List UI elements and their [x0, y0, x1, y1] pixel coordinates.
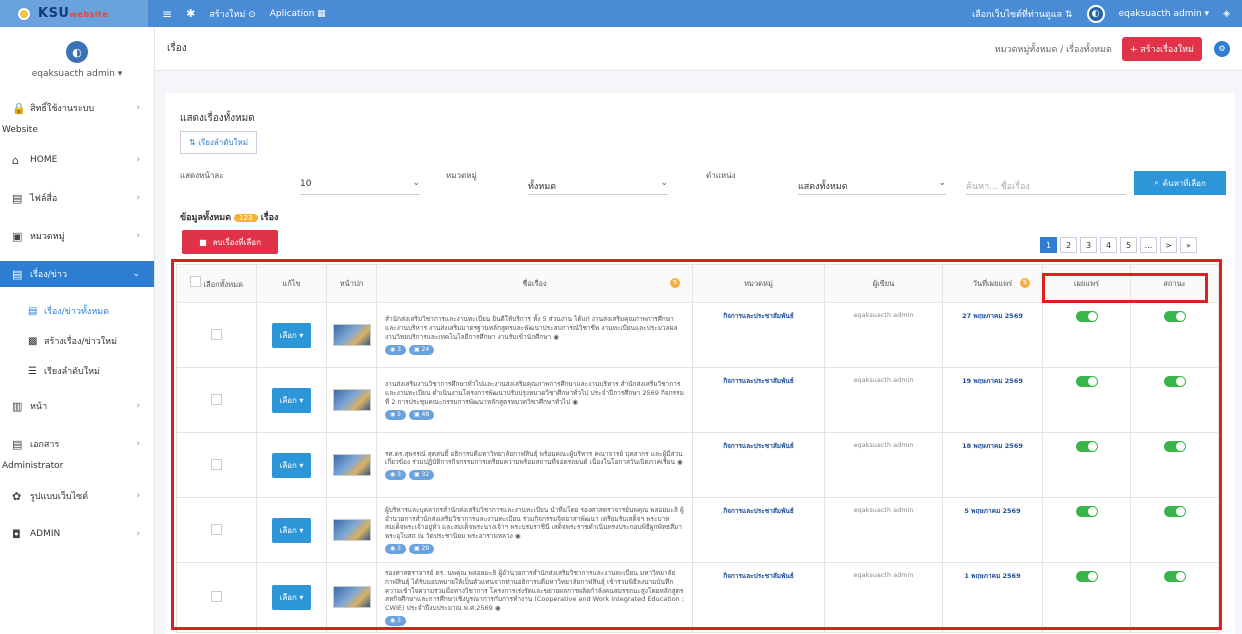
reorder-button[interactable]: ⇅ เรียงลำดับใหม่ — [180, 131, 257, 154]
menu-toggle-button[interactable]: ≡ — [162, 7, 172, 21]
sidebar-subitem-all-news[interactable]: ▤ เรื่อง/ข่าวทั้งหมด — [0, 299, 154, 323]
document-icon: ▤ — [12, 437, 23, 451]
toggle-columns-highlight-frame — [1042, 273, 1208, 303]
sidebar-item-admin[interactable]: ◘ ADMIN › — [0, 521, 154, 547]
sort-icon: ⇅ — [189, 138, 196, 147]
chevron-right-icon: › — [136, 103, 140, 113]
chevron-right-icon: › — [136, 155, 140, 165]
sidebar-item-media[interactable]: ▤ ไฟล์สื่อ › — [0, 185, 154, 211]
application-menu[interactable]: Aplication ▦ — [270, 9, 326, 19]
create-news-button[interactable]: + สร้างเรื่องใหม่ — [1121, 36, 1202, 61]
home-icon: ⌂ — [12, 153, 19, 167]
chevron-right-icon: › — [136, 491, 140, 501]
sidebar-item-label: ไฟล์สื่อ — [30, 194, 58, 204]
palette-icon: ✿ — [12, 489, 22, 503]
top-navbar: KSUwebsite ≡ ✱ สร้างใหม่ ⊙ Aplication ▦ … — [0, 0, 1242, 27]
table-highlight-frame — [171, 259, 1222, 630]
sidebar-avatar-icon: ◐ — [66, 41, 88, 63]
add-document-icon: ▩ — [28, 335, 38, 347]
page-5-button[interactable]: 5 — [1120, 237, 1137, 253]
chevron-down-icon: ⌄ — [660, 178, 668, 188]
sidebar-subitem-reorder[interactable]: ☰ เรียงลำดับใหม่ — [0, 359, 154, 383]
sidebar-item-label: หน้า — [30, 402, 48, 412]
count-badge: 123 — [234, 214, 258, 222]
total-count: ข้อมูลทั้งหมด 123 เรื่อง — [180, 213, 279, 223]
search-button[interactable]: ⌕ ค้นหาที่เลือก — [1134, 171, 1226, 195]
lock-icon: 🔒 — [12, 101, 26, 115]
sidebar-item-categories[interactable]: ▣ หมวดหมู่ › — [0, 223, 154, 249]
sidebar-item-label: ADMIN — [30, 529, 61, 539]
position-label: ตำแหน่ง — [706, 171, 736, 180]
category-icon: ▣ — [12, 229, 23, 243]
sidebar-item-label: สิทธิ์ใช้งานระบบ — [30, 104, 95, 114]
user-menu[interactable]: eqaksuacth admin ▾ — [1119, 9, 1210, 19]
sidebar-section-administrator: Administrator — [2, 461, 64, 471]
category-select[interactable]: ทั้งหมด ⌄ — [528, 173, 668, 195]
chevron-right-icon: › — [136, 231, 140, 241]
chevron-right-icon: › — [136, 193, 140, 203]
sidebar: ◐ eqaksuacth admin ▾ 🔒 สิทธิ์ใช้งานระบบ … — [0, 27, 155, 634]
filter-bar: แสดงหน้าละ 10 ⌄ หมวดหมู่ ทั้งหมด ⌄ ตำแหน… — [166, 163, 1234, 203]
page-2-button[interactable]: 2 — [1060, 237, 1077, 253]
chevron-right-icon: › — [136, 529, 140, 539]
page-ellipsis: ... — [1140, 237, 1157, 253]
page-title: เรื่อง — [167, 43, 187, 54]
sidebar-item-pages[interactable]: ▥ หน้า › — [0, 393, 154, 419]
last-page-button[interactable]: » — [1180, 237, 1197, 253]
search-input[interactable]: ค้นหา... ชื่อเรื่อง — [966, 173, 1126, 195]
settings-icon[interactable]: ⚙ — [1214, 40, 1230, 57]
sidebar-section-website: Website — [2, 125, 38, 135]
sidebar-item-label: เอกสาร — [30, 440, 60, 450]
next-page-button[interactable]: > — [1160, 237, 1177, 253]
pagination: 1 2 3 4 5 ... > » — [1040, 237, 1197, 253]
page-header: เรื่อง หมวดหมู่ทั้งหมด / เรื่องทั้งหมด +… — [155, 27, 1242, 71]
create-new-menu[interactable]: สร้างใหม่ ⊙ — [209, 7, 255, 21]
news-icon: ▤ — [12, 267, 23, 281]
chevron-down-icon: ⌄ — [938, 178, 946, 188]
sidebar-item-home[interactable]: ⌂ HOME › — [0, 147, 154, 173]
brand-name: KSUwebsite — [38, 6, 109, 21]
select-site-dropdown[interactable]: เลือกเว็บไซต์ที่ท่านดูแล ⇅ — [972, 7, 1072, 21]
breadcrumb[interactable]: หมวดหมู่ทั้งหมด / เรื่องทั้งหมด — [995, 42, 1112, 56]
sidebar-item-label: เรื่อง/ข่าว — [30, 270, 68, 280]
reorder-icon: ☰ — [28, 365, 37, 377]
sidebar-user-menu[interactable]: eqaksuacth admin ▾ — [0, 69, 154, 79]
page-3-button[interactable]: 3 — [1080, 237, 1097, 253]
per-page-label: แสดงหน้าละ — [180, 171, 224, 180]
sidebar-item-documents[interactable]: ▤ เอกสาร › — [0, 431, 154, 457]
sidebar-item-permissions[interactable]: 🔒 สิทธิ์ใช้งานระบบ › — [0, 95, 154, 121]
page-icon: ▥ — [12, 399, 23, 413]
sidebar-item-label: HOME — [30, 155, 58, 165]
ksu-logo-icon — [18, 7, 30, 20]
sidebar-item-label: หมวดหมู่ — [30, 232, 65, 242]
position-select[interactable]: แสดงทั้งหมด ⌄ — [798, 173, 946, 195]
user-avatar-icon[interactable]: ◐ — [1086, 4, 1105, 23]
trash-icon: ■ — [199, 237, 207, 247]
search-icon: ⌕ — [1154, 178, 1159, 187]
category-label: หมวดหมู่ — [446, 171, 477, 180]
chevron-right-icon: › — [136, 401, 140, 411]
per-page-select[interactable]: 10 ⌄ — [300, 173, 420, 195]
brand-logo-area[interactable]: KSUwebsite — [0, 0, 148, 27]
expand-icon[interactable]: ◈ — [1223, 9, 1230, 19]
chevron-down-icon: ⌄ — [412, 178, 420, 188]
chevron-right-icon: › — [136, 439, 140, 449]
chevron-down-icon: ⌄ — [132, 269, 140, 279]
document-icon: ▤ — [28, 305, 38, 317]
sidebar-item-label: รูปแบบเว็บไซต์ — [30, 492, 89, 502]
delete-selected-button[interactable]: ■ ลบเรื่องที่เลือก — [182, 230, 278, 254]
sidebar-subitem-create-news[interactable]: ▩ สร้างเรื่อง/ข่าวใหม่ — [0, 329, 154, 353]
page-4-button[interactable]: 4 — [1100, 237, 1117, 253]
admin-icon: ◘ — [12, 527, 21, 541]
media-icon: ▤ — [12, 191, 23, 205]
page-1-button[interactable]: 1 — [1040, 237, 1057, 253]
sidebar-item-theme[interactable]: ✿ รูปแบบเว็บไซต์ › — [0, 483, 154, 509]
puzzle-icon[interactable]: ✱ — [186, 7, 195, 20]
sidebar-item-news[interactable]: ▤ เรื่อง/ข่าว ⌄ — [0, 261, 154, 287]
card-title: แสดงเรื่องทั้งหมด — [180, 113, 255, 124]
